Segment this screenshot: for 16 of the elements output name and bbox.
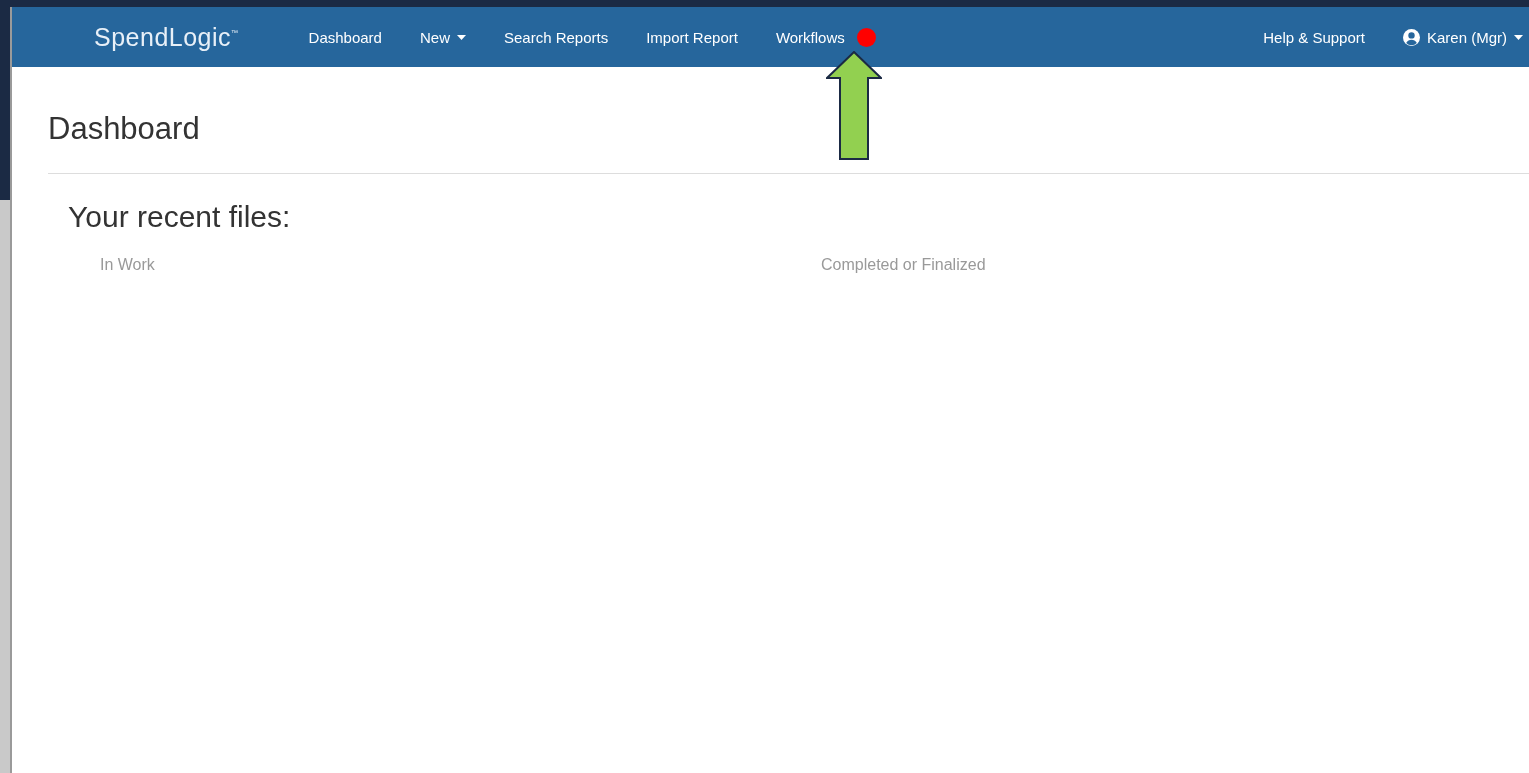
nav-link[interactable]: New	[419, 28, 466, 46]
caret-icon	[1514, 34, 1523, 40]
caret-icon	[456, 34, 466, 40]
logo: SpendLogic$^{™}$	[94, 22, 239, 52]
nav-link[interactable]: Workflows	[775, 27, 876, 47]
user-icon	[1402, 28, 1420, 46]
nav-link[interactable]: Search Reports	[503, 28, 609, 46]
user-menu[interactable]: Karen (Mgr)	[1402, 28, 1523, 46]
section-title: Your recent files:	[68, 200, 292, 234]
notification-dot	[856, 27, 876, 47]
nav-link[interactable]: Help & Support	[1263, 28, 1365, 46]
page-title: Dashboard	[48, 111, 201, 147]
nav-link[interactable]: Dashboard	[308, 28, 382, 46]
column-heading: Completed or Finalized	[821, 256, 986, 273]
column-heading: In Work	[100, 256, 155, 273]
nav-link[interactable]: Import Report	[646, 28, 738, 46]
